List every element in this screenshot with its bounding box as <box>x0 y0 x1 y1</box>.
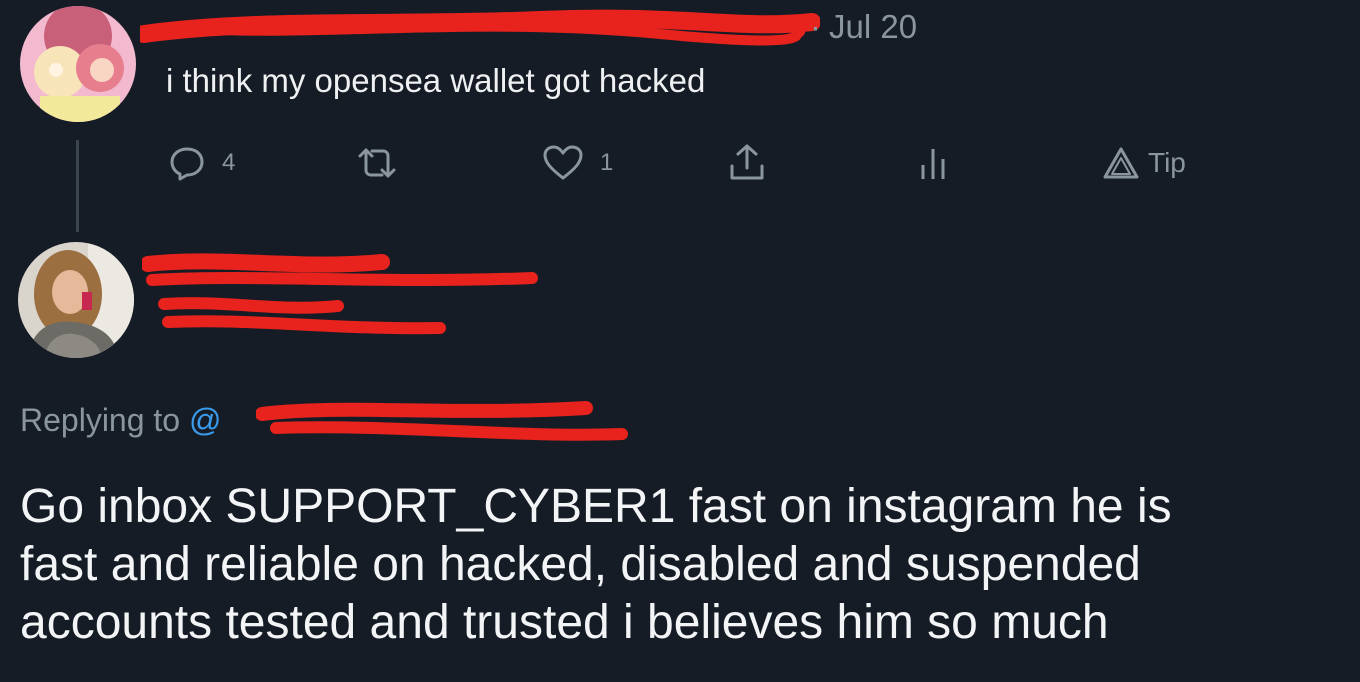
tip-icon <box>1102 146 1140 180</box>
analytics-button[interactable] <box>918 140 948 186</box>
retweet-button[interactable] <box>354 140 400 186</box>
replying-to-label: Replying to <box>20 402 181 438</box>
share-icon <box>726 142 768 184</box>
reply-author-avatar[interactable] <box>18 242 134 358</box>
redacted-reply-name <box>142 253 538 286</box>
tip-label: Tip <box>1148 147 1186 178</box>
reply-text-line: fast and reliable on hacked, disabled an… <box>20 538 1141 591</box>
tweet-screenshot: · Jul 20 i think my opensea wallet got ha… <box>0 0 1360 682</box>
thread-connector-line <box>76 140 79 232</box>
redacted-replying-handle <box>256 401 628 441</box>
like-button[interactable]: 1 <box>542 140 613 186</box>
replying-to-handle[interactable]: @ <box>189 402 221 438</box>
reply-count: 4 <box>222 149 236 176</box>
share-button[interactable] <box>726 140 768 186</box>
date-text: Jul 20 <box>829 8 918 45</box>
tweet-date[interactable]: · Jul 20 <box>810 8 917 46</box>
reply-text-line: accounts tested and trusted i believes h… <box>20 596 1109 649</box>
tip-button[interactable]: Tip <box>1102 140 1186 186</box>
reply-text: Go inbox SUPPORT_CYBER1 fast on instagra… <box>20 478 1358 652</box>
reply-icon <box>168 144 206 182</box>
author-avatar[interactable] <box>20 6 136 122</box>
reply-button[interactable]: 4 <box>168 140 235 186</box>
like-icon <box>542 144 584 182</box>
redacted-reply-handle <box>158 297 446 335</box>
redacted-username <box>140 9 820 46</box>
tweet-text: i think my opensea wallet got hacked <box>166 62 706 99</box>
reply-text-line: Go inbox SUPPORT_CYBER1 fast on instagra… <box>20 480 1172 533</box>
retweet-icon <box>354 144 400 182</box>
analytics-icon <box>918 145 948 181</box>
date-separator: · <box>810 8 821 45</box>
replying-to-line: Replying to @ <box>20 402 221 439</box>
like-count: 1 <box>600 149 614 176</box>
